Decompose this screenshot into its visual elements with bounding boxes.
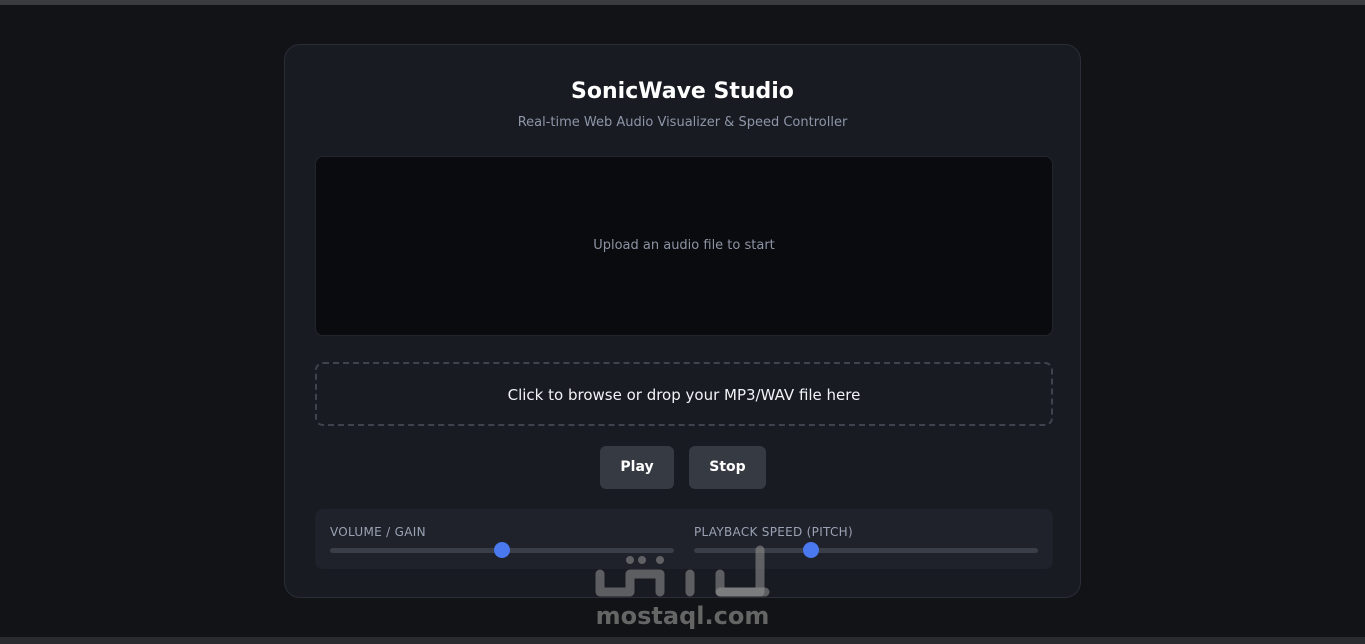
watermark-url: mostaql.com xyxy=(595,602,770,630)
top-border xyxy=(0,0,1365,5)
visualizer-canvas: Upload an audio file to start xyxy=(315,156,1053,336)
visualizer-placeholder: Upload an audio file to start xyxy=(593,238,775,253)
volume-control: VOLUME / GAIN xyxy=(330,509,674,569)
app-card: SonicWave Studio Real-time Web Audio Vis… xyxy=(284,44,1081,598)
volume-slider-thumb[interactable] xyxy=(494,542,510,558)
speed-control: PLAYBACK SPEED (PITCH) xyxy=(694,509,1038,569)
speed-slider-thumb[interactable] xyxy=(802,542,819,558)
play-button[interactable]: Play xyxy=(600,446,674,489)
volume-slider[interactable] xyxy=(330,542,674,558)
volume-label: VOLUME / GAIN xyxy=(330,525,426,539)
dropzone-label: Click to browse or drop your MP3/WAV fil… xyxy=(507,386,861,404)
app-subtitle: Real-time Web Audio Visualizer & Speed C… xyxy=(517,115,848,130)
speed-slider[interactable] xyxy=(694,542,1038,558)
speed-label: PLAYBACK SPEED (PITCH) xyxy=(694,525,853,539)
app-title: SonicWave Studio xyxy=(571,79,794,104)
file-dropzone[interactable]: Click to browse or drop your MP3/WAV fil… xyxy=(315,362,1053,426)
bottom-bar xyxy=(0,637,1365,644)
stop-button[interactable]: Stop xyxy=(689,446,766,489)
controls-panel: VOLUME / GAIN PLAYBACK SPEED (PITCH) xyxy=(315,509,1053,569)
